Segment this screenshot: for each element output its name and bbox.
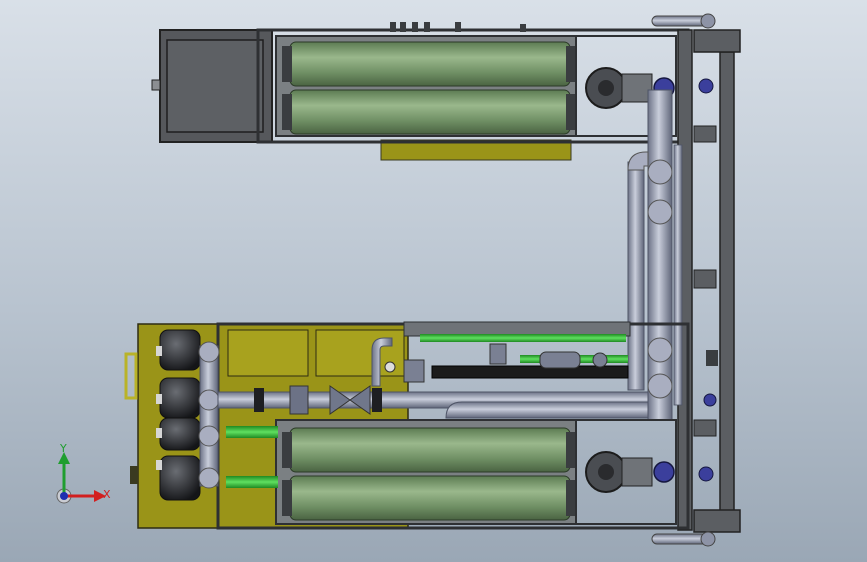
top-endcap-left-1 [282,46,292,82]
axis-triad: Y X [56,442,111,504]
bottom-base-panel [227,329,309,377]
bottom-frame-top-rail [403,321,631,337]
skid-foot [130,466,138,484]
bottom-endcap-left-2 [282,480,292,516]
bottom-membrane-2[interactable] [289,475,571,521]
top-membrane-2[interactable] [289,89,571,135]
return-elbow [445,401,649,419]
pressure-tanks[interactable] [156,329,201,501]
right-bottom-fitting[interactable] [651,531,716,547]
valve-body-1[interactable] [289,385,309,415]
top-control-box-door [166,39,264,133]
flange-2 [372,388,382,412]
top-endcap-left-2 [282,94,292,130]
cad-viewport[interactable]: Y X [0,0,867,562]
top-endcap-right-2 [566,94,576,130]
y-axis-label: Y [59,442,67,455]
tank-manifold[interactable] [198,341,220,489]
tank-2[interactable] [156,377,201,419]
z-axis-dot [60,492,68,500]
bottom-pump-hub [598,464,614,480]
right-top-fitting[interactable] [651,13,716,29]
top-side-knob[interactable] [698,78,714,94]
flange-1 [254,388,264,412]
mid-side-bracket [706,350,718,366]
vertical-pipe-main[interactable] [647,89,673,421]
bottom-pump-body [621,457,653,487]
bottom-endcap-right-1 [566,432,576,468]
top-membrane-1[interactable] [289,41,571,87]
ro-system-model[interactable]: Y X [0,0,867,562]
mid-side-knob[interactable] [703,393,717,407]
bottom-valve-knob[interactable] [653,461,675,483]
tank-1[interactable] [156,329,201,371]
bottom-membrane-1[interactable] [289,427,571,473]
bottom-endcap-left-1 [282,432,292,468]
skid-handle[interactable] [124,352,138,400]
x-axis-label: X [103,488,111,501]
vertical-pipe-secondary[interactable] [627,151,649,391]
bottom-endcap-right-2 [566,480,576,516]
tank-3[interactable] [156,417,201,451]
top-skid[interactable] [151,22,714,161]
black-pipe[interactable] [431,365,629,379]
top-control-handle [151,79,161,91]
top-pump-motor-hub [598,80,614,96]
top-endcap-right-1 [566,46,576,82]
tank-4[interactable] [156,455,201,501]
vertical-pipe-thin [673,144,683,406]
bottom-side-knob[interactable] [698,466,714,482]
